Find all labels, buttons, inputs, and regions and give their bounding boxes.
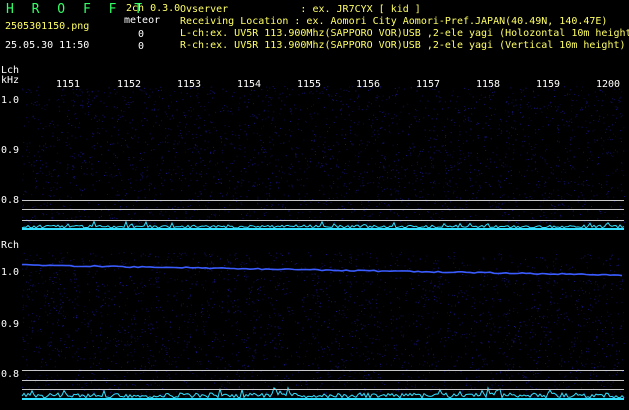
rch-ref-line-2 xyxy=(22,380,624,381)
spectrogram-canvas xyxy=(21,86,625,400)
rch-carrier-trace xyxy=(22,263,623,277)
lch-level-trace-base xyxy=(22,228,624,230)
lch-ref-line-1 xyxy=(22,200,624,201)
rch-ref-line-3 xyxy=(22,389,624,390)
rch-level-trace-base xyxy=(22,398,624,400)
lch-noise xyxy=(22,86,625,229)
lch-ref-line-2 xyxy=(22,209,624,210)
lch-ref-line-3 xyxy=(22,220,624,221)
rch-ref-line-1 xyxy=(22,370,624,371)
